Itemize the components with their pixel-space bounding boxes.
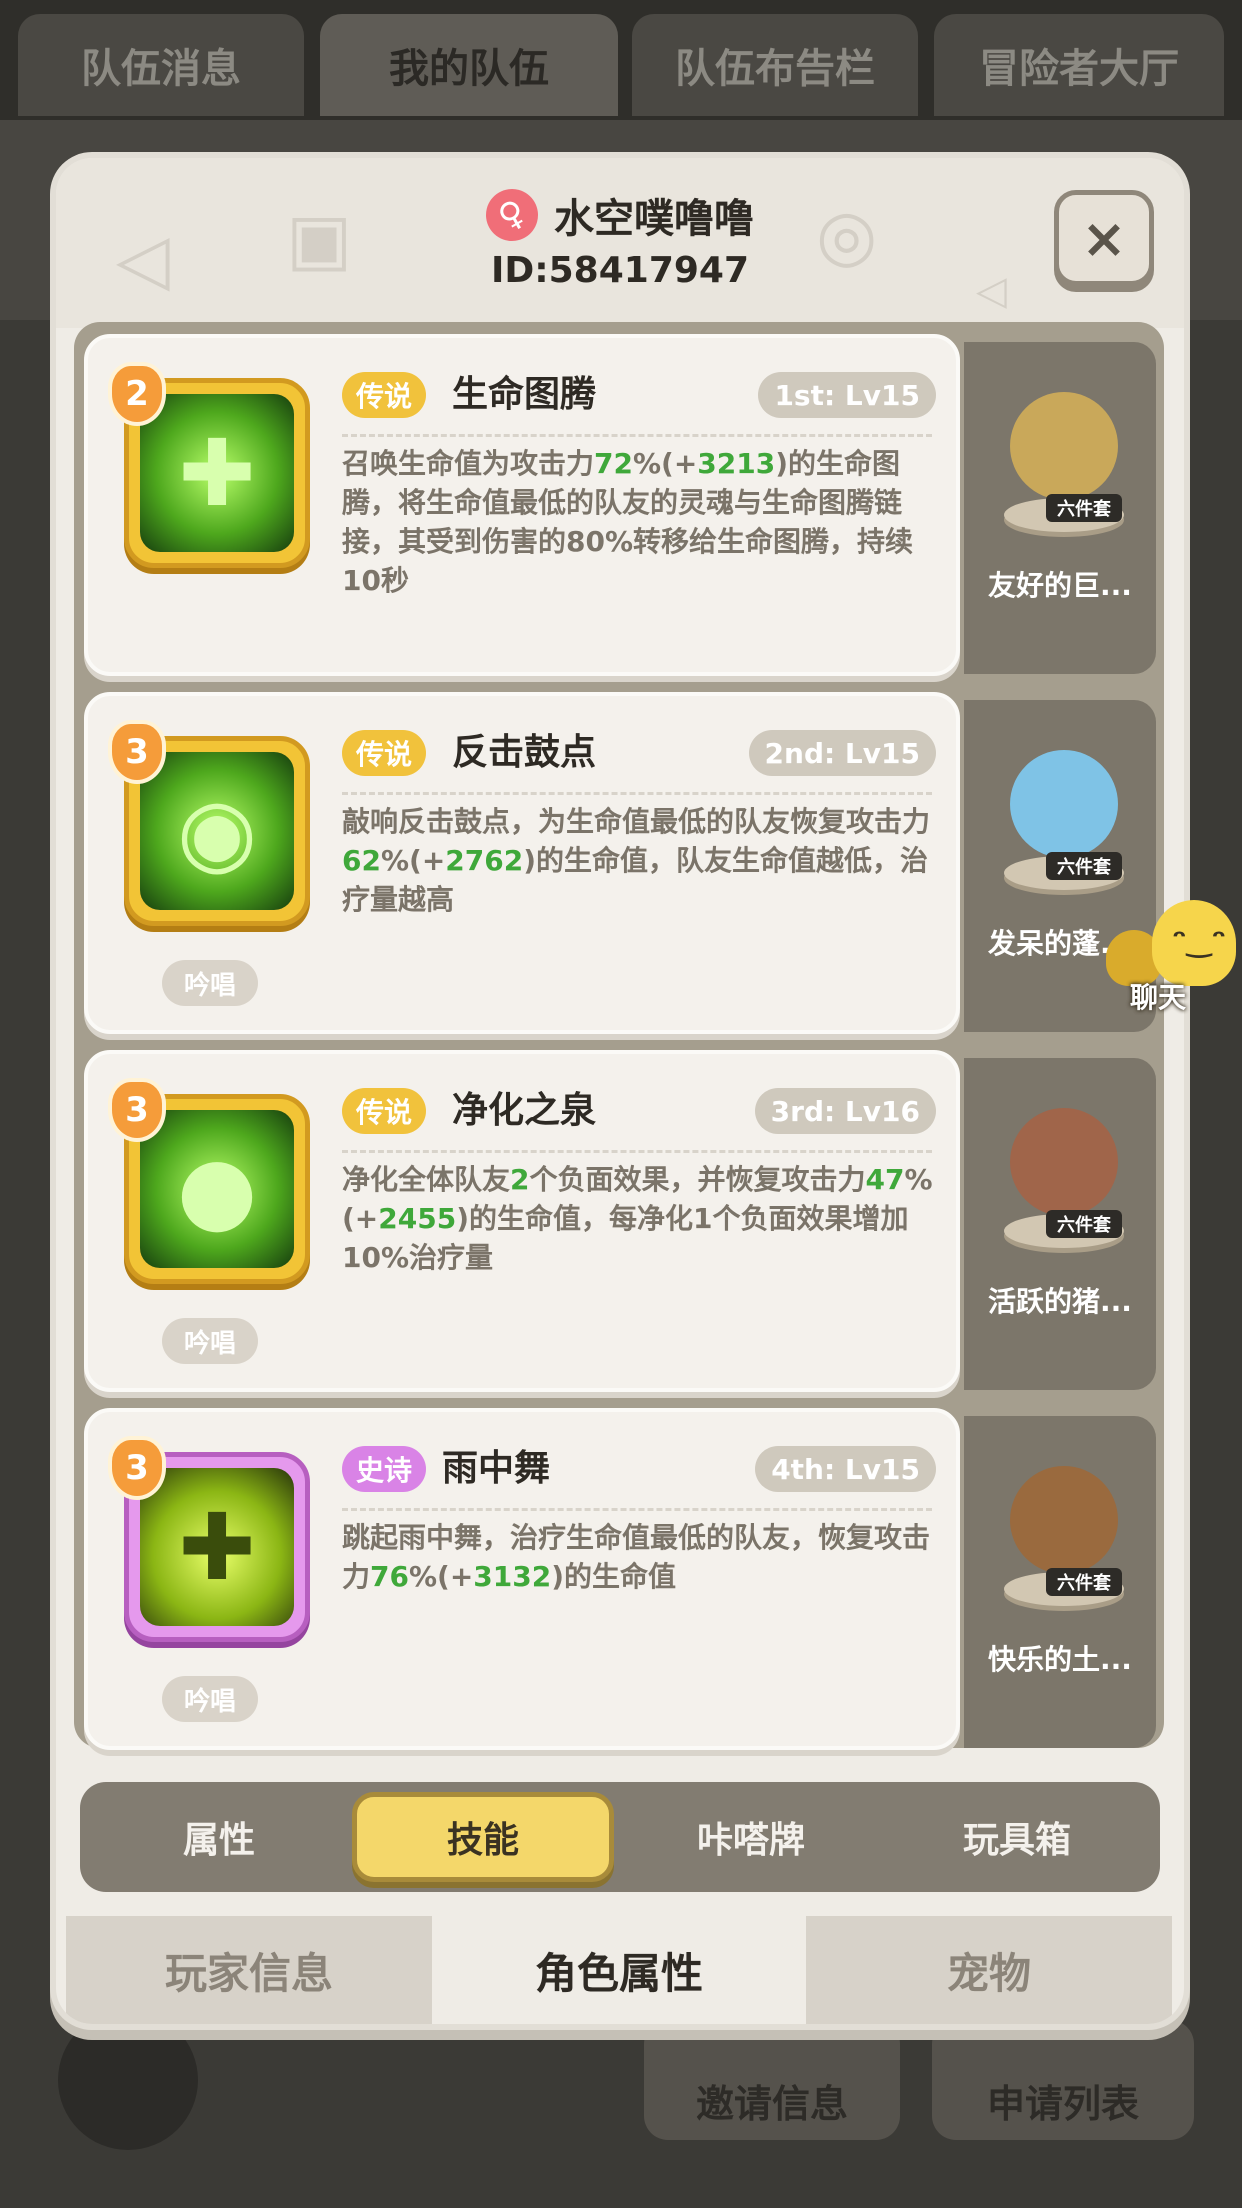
close-button[interactable]: × [1054, 190, 1154, 286]
subtab-toybox[interactable]: 玩具箱 [886, 1792, 1148, 1882]
skill-card[interactable]: ◉ 3 传说 反击鼓点 2nd: Lv15 敲响反击鼓点，为生命值最低的队友恢复… [84, 692, 960, 1034]
counter-drum-icon: ◉ [140, 752, 294, 910]
chat-button[interactable]: ᵔ‿ᵔ 聊天 [1106, 898, 1238, 1018]
pet-name: 快乐的土... [988, 1643, 1132, 1676]
skill-rank: 3rd: Lv16 [754, 1088, 936, 1134]
divider [342, 1508, 932, 1511]
tab-character-attributes[interactable]: 角色属性 [436, 1916, 802, 2024]
divider [342, 434, 932, 437]
pet-name: 活跃的猪... [988, 1285, 1132, 1318]
tab-player-info[interactable]: 玩家信息 [66, 1916, 432, 2024]
set-badge: 六件套 [1046, 494, 1122, 522]
skill-description: 跳起雨中舞，治疗生命值最低的队友，恢复攻击力76%(+3132)的生命值 [342, 1521, 931, 1593]
skill-name: 雨中舞 [442, 1448, 551, 1489]
bg-tab-team-messages: 队伍消息 [18, 14, 304, 116]
detail-subtabs: 属性 技能 咔嗒牌 玩具箱 [80, 1782, 1160, 1892]
purify-spring-icon: ● [140, 1110, 294, 1268]
bottom-tab-bar: 玩家信息 角色属性 宠物 [66, 1916, 1174, 2024]
skill-description: 净化全体队友2个负面效果，并恢复攻击力47%(+2455)的生命值，每净化1个负… [342, 1163, 933, 1274]
skill-name: 反击鼓点 [452, 732, 597, 773]
skill-rank: 1st: Lv15 [758, 372, 936, 418]
gender-icon: ♀ [476, 179, 548, 251]
player-profile-modal: ◁ ▣ ◎ ◁ ♀ 水空噗噜噜 ID:58417947 × ✚ 2 传说 生命图… [56, 158, 1184, 2024]
modal-header: ◁ ▣ ◎ ◁ ♀ 水空噗噜噜 ID:58417947 × [56, 158, 1184, 328]
set-badge: 六件套 [1046, 1210, 1122, 1238]
set-badge: 六件套 [1046, 1568, 1122, 1596]
rarity-tag: 史诗 [342, 1446, 427, 1492]
pet-figure-icon: 六件套 [996, 1460, 1132, 1610]
skill-level-badge: 3 [108, 720, 166, 784]
rain-dance-icon: ✚ [140, 1468, 294, 1626]
skills-list: ✚ 2 传说 生命图腾 1st: Lv15 召唤生命值为攻击力72%(+3213… [74, 322, 1164, 1750]
tab-pets[interactable]: 宠物 [806, 1916, 1172, 2024]
player-name: 水空噗噜噜 [554, 196, 754, 242]
bg-apply-list-button: 申请列表 [932, 2020, 1194, 2140]
chat-label: 聊天 [1130, 981, 1187, 1014]
bg-tab-adventurer-hall: 冒险者大厅 [934, 14, 1224, 116]
bg-invite-info-button: 邀请信息 [644, 2020, 900, 2140]
rarity-tag: 传说 [342, 1088, 427, 1134]
pet-panel[interactable]: 六件套 快乐的土... [964, 1416, 1156, 1748]
life-totem-icon: ✚ [140, 394, 294, 552]
skill-name: 净化之泉 [452, 1090, 597, 1131]
pet-panel[interactable]: 六件套 活跃的猪... [964, 1058, 1156, 1390]
skill-card[interactable]: ✚ 2 传说 生命图腾 1st: Lv15 召唤生命值为攻击力72%(+3213… [84, 334, 960, 676]
divider [342, 1150, 932, 1153]
subtab-attributes[interactable]: 属性 [88, 1792, 350, 1882]
smile-icon: ᵔ‿ᵔ [1172, 924, 1227, 959]
pet-figure-icon: 六件套 [996, 744, 1132, 894]
background-tab-bar: 队伍消息 我的队伍 队伍布告栏 冒险者大厅 [0, 0, 1242, 130]
skill-rank: 4th: Lv15 [755, 1446, 936, 1492]
skill-rank: 2nd: Lv15 [748, 730, 936, 776]
pet-panel[interactable]: 六件套 友好的巨... [964, 342, 1156, 674]
subtab-skills[interactable]: 技能 [352, 1792, 614, 1882]
cast-tag: 吟唱 [162, 960, 258, 1006]
close-icon: × [1081, 206, 1127, 270]
skill-description: 召唤生命值为攻击力72%(+3213)的生命图腾，将生命值最低的队友的灵魂与生命… [342, 447, 914, 597]
skill-card[interactable]: ✚ 3 史诗 雨中舞 4th: Lv15 跳起雨中舞，治疗生命值最低的队友，恢复… [84, 1408, 960, 1750]
player-id: ID:58417947 [490, 250, 750, 291]
rarity-tag: 传说 [342, 372, 427, 418]
divider [342, 792, 932, 795]
rarity-tag: 传说 [342, 730, 427, 776]
background-avatar [58, 2010, 198, 2150]
bg-tab-team-board: 队伍布告栏 [632, 14, 918, 116]
subtab-cards[interactable]: 咔嗒牌 [620, 1792, 882, 1882]
skill-description: 敲响反击鼓点，为生命值最低的队友恢复攻击力62%(+2762)的生命值，队友生命… [342, 805, 931, 916]
set-badge: 六件套 [1046, 852, 1122, 880]
skill-card[interactable]: ● 3 传说 净化之泉 3rd: Lv16 净化全体队友2个负面效果，并恢复攻击… [84, 1050, 960, 1392]
pet-figure-icon: 六件套 [996, 386, 1132, 536]
title-row: ♀ 水空噗噜噜 [56, 179, 1184, 251]
pet-name: 友好的巨... [988, 569, 1132, 602]
skill-level-badge: 3 [108, 1436, 166, 1500]
pet-figure-icon: 六件套 [996, 1102, 1132, 1252]
cast-tag: 吟唱 [162, 1676, 258, 1722]
skill-level-badge: 2 [108, 362, 166, 426]
skill-name: 生命图腾 [452, 374, 597, 415]
cast-tag: 吟唱 [162, 1318, 258, 1364]
bg-tab-my-team: 我的队伍 [320, 14, 618, 116]
skill-level-badge: 3 [108, 1078, 166, 1142]
